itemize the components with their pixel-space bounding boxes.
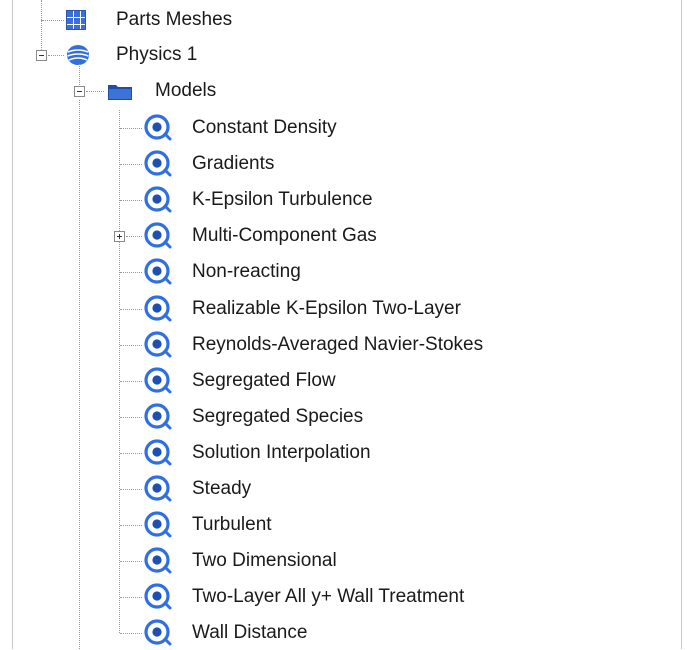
tree-connector — [120, 417, 142, 418]
model-icon — [144, 583, 172, 610]
model-list-item[interactable]: Reynolds-Averaged Navier-Stokes — [144, 328, 483, 362]
model-icon — [144, 547, 172, 574]
model-list-item[interactable]: Constant Density — [144, 111, 337, 145]
tree-node-models[interactable]: Models — [107, 74, 216, 108]
model-icon — [144, 331, 172, 358]
model-icon — [144, 150, 172, 177]
tree-node-label: Non-reacting — [192, 261, 301, 282]
model-icon — [144, 439, 172, 466]
tree-node-label: Steady — [192, 478, 252, 499]
tree-connector — [120, 128, 142, 129]
tree-node-label: Gradients — [192, 153, 275, 174]
model-icon — [144, 367, 172, 394]
tree-connector — [48, 55, 64, 56]
model-icon — [144, 475, 172, 502]
tree-node-label: Turbulent — [192, 514, 272, 535]
tree-connector — [120, 633, 142, 634]
tree-node-label: Wall Distance — [192, 622, 308, 643]
tree-node-label: Constant Density — [192, 117, 337, 138]
tree-connector — [119, 110, 120, 633]
tree-connector — [120, 597, 142, 598]
tree-connector — [120, 345, 142, 346]
model-list-item[interactable]: Wall Distance — [144, 616, 307, 650]
model-list-item[interactable]: Gradients — [144, 147, 274, 181]
model-icon — [144, 403, 172, 430]
model-icon — [144, 295, 172, 322]
model-list-item[interactable]: Realizable K-Epsilon Two-Layer — [144, 292, 461, 326]
tree-node-label: Reynolds-Averaged Navier-Stokes — [192, 334, 484, 355]
tree-node-parts-meshes[interactable]: Parts Meshes — [66, 3, 232, 37]
tree-node-label: Two-Layer All y+ Wall Treatment — [192, 586, 465, 607]
tree-connector — [120, 164, 142, 165]
collapse-models-toggle[interactable] — [74, 86, 85, 97]
tree-connector — [86, 91, 104, 92]
model-icon — [144, 186, 172, 213]
model-list-item[interactable]: Solution Interpolation — [144, 436, 371, 470]
tree-node-label: K-Epsilon Turbulence — [192, 189, 373, 210]
model-list-item[interactable]: Two Dimensional — [144, 544, 337, 578]
tree-node-label: Parts Meshes — [116, 9, 233, 30]
tree-node-label: Segregated Flow — [192, 370, 336, 391]
tree-node-label: Realizable K-Epsilon Two-Layer — [192, 298, 461, 319]
tree-node-label: Multi-Component Gas — [192, 225, 377, 246]
folder-icon — [108, 85, 132, 100]
model-list-item[interactable]: Turbulent — [144, 508, 272, 542]
mesh-grid-icon — [66, 10, 86, 30]
tree-connector — [120, 381, 142, 382]
tree-connector — [120, 453, 142, 454]
tree-node-label: Segregated Species — [192, 406, 364, 427]
tree-connector — [120, 200, 142, 201]
model-list-item[interactable]: Segregated Flow — [144, 364, 336, 398]
tree-connector — [41, 0, 42, 20]
expand-item-toggle[interactable] — [114, 231, 125, 242]
model-list-item[interactable]: Steady — [144, 472, 251, 506]
tree-node-label: Solution Interpolation — [192, 442, 371, 463]
tree-node-physics[interactable]: Physics 1 — [66, 38, 197, 72]
tree-connector — [120, 525, 142, 526]
model-icon — [144, 258, 172, 285]
tree-node-label: Two Dimensional — [192, 550, 337, 571]
model-icon — [144, 222, 172, 249]
model-list-item[interactable]: Multi-Component Gas — [144, 219, 377, 253]
tree-connector — [120, 489, 142, 490]
collapse-physics-toggle[interactable] — [36, 50, 47, 61]
model-list-item[interactable]: Two-Layer All y+ Wall Treatment — [144, 580, 464, 614]
model-list-item[interactable]: Non-reacting — [144, 255, 301, 289]
tree-connector — [42, 20, 64, 21]
tree-connector — [120, 309, 142, 310]
model-icon — [144, 619, 172, 646]
physics-sphere-icon — [67, 45, 89, 65]
simulation-tree: Parts Meshes Physics 1 Models Constant D… — [0, 0, 691, 649]
tree-node-label: Models — [155, 80, 217, 101]
tree-connector — [126, 236, 142, 237]
tree-node-label: Physics 1 — [116, 44, 198, 65]
model-list-item[interactable]: Segregated Species — [144, 400, 363, 434]
model-icon — [144, 511, 172, 538]
tree-connector — [120, 561, 142, 562]
tree-connector — [79, 100, 80, 649]
model-icon — [144, 114, 172, 141]
tree-connector — [120, 272, 142, 273]
model-list-item[interactable]: K-Epsilon Turbulence — [144, 183, 373, 217]
